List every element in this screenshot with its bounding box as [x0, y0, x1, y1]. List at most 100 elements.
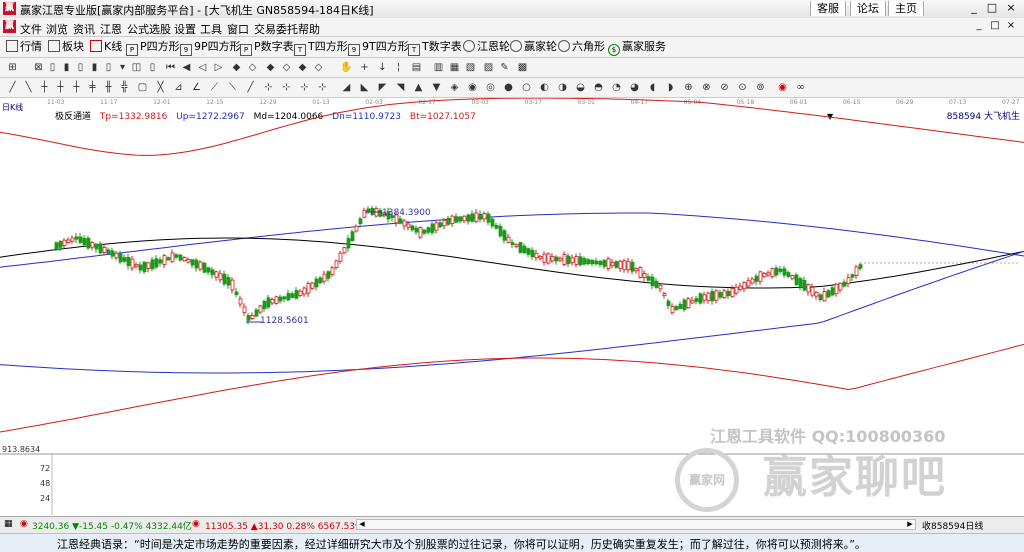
tool-7-icon[interactable]: ▯ [102, 61, 115, 74]
shanghai-index[interactable]: 3240.36 ▼-15.45 -0.47% 4332.44亿 [32, 519, 192, 532]
line-tool-8-icon[interactable]: ╬ [118, 81, 131, 94]
menu-tools[interactable]: 工具 [200, 21, 222, 37]
t-number-table-button[interactable]: T T数字表 [408, 40, 462, 56]
line-tool-40-icon[interactable]: ⊗ [700, 81, 713, 94]
homepage-button[interactable]: 主页 [888, 1, 924, 16]
customer-service-button[interactable]: 客服 [810, 1, 846, 16]
line-tool-4-icon[interactable]: ┼ [54, 81, 67, 94]
tool-26-icon[interactable]: ▥ [432, 61, 445, 74]
tool-27-icon[interactable]: ▦ [448, 61, 461, 74]
infinity-icon[interactable]: ∞ [794, 81, 807, 94]
line-tool-22-icon[interactable]: ◤ [376, 81, 389, 94]
line-tool-6-icon[interactable]: ╪ [86, 81, 99, 94]
tool-5-icon[interactable]: ▯ [74, 61, 87, 74]
9t-square-button[interactable]: 9 9T四方形 [348, 40, 409, 56]
menu-gann[interactable]: 江恩 [100, 21, 122, 37]
tool-17-icon[interactable]: ◆ [264, 61, 277, 74]
p-square-button[interactable]: P P四方形 [126, 40, 180, 56]
tool-4-icon[interactable]: ▮ [60, 61, 73, 74]
line-tool-14-icon[interactable]: ⟍ [226, 81, 239, 94]
menu-info[interactable]: 资讯 [73, 21, 95, 37]
line-tool-15-icon[interactable]: ╱ [244, 81, 257, 94]
line-tool-17-icon[interactable]: ⊹ [280, 81, 293, 94]
line-tool-12-icon[interactable]: ∠ [190, 81, 203, 94]
hand-tool-icon[interactable]: ✋ [340, 61, 353, 74]
line-tool-20-icon[interactable]: ◢ [340, 81, 353, 94]
menu-browse[interactable]: 浏览 [46, 21, 68, 37]
prev-page-icon[interactable]: ◀ [180, 61, 193, 74]
line-tool-19-icon[interactable]: ⊹ [316, 81, 329, 94]
line-tool-3-icon[interactable]: ┼ [38, 81, 51, 94]
minimize-button[interactable]: _ [966, 1, 982, 16]
mdi-minimize-button[interactable]: _ [972, 20, 986, 33]
tool-20-icon[interactable]: ◇ [312, 61, 325, 74]
tool-31-icon[interactable]: ▩ [516, 61, 529, 74]
line-tool-27-icon[interactable]: ◉ [466, 81, 479, 94]
sector-button[interactable]: 板块 [48, 40, 84, 54]
line-tool-5-icon[interactable]: ┼ [70, 81, 83, 94]
horizontal-scrollbar[interactable]: ◀ ▶ [356, 519, 916, 530]
tool-3-icon[interactable]: ▯ [46, 61, 59, 74]
line-tool-42-icon[interactable]: ⊙ [736, 81, 749, 94]
tool-30-icon[interactable]: ✎ [498, 61, 511, 74]
line-tool-35-icon[interactable]: ◔ [610, 81, 623, 94]
tool-10-icon[interactable]: ▯ [146, 61, 159, 74]
table-icon[interactable]: ▦ [4, 519, 13, 529]
line-tool-32-icon[interactable]: ◑ [556, 81, 569, 94]
line-tool-2-icon[interactable]: ╲ [22, 81, 35, 94]
line-tool-26-icon[interactable]: ◈ [448, 81, 461, 94]
arrow-tool-icon[interactable]: ↓ [376, 61, 389, 74]
kline-button[interactable]: K线 [90, 40, 122, 54]
quote-button[interactable]: 行情 [6, 40, 42, 54]
line-tool-38-icon[interactable]: ◗ [664, 81, 677, 94]
tool-24-icon[interactable]: ¦ [392, 61, 405, 74]
line-tool-39-icon[interactable]: ⊕ [682, 81, 695, 94]
line-tool-29-icon[interactable]: ● [502, 81, 515, 94]
line-tool-25-icon[interactable]: ▼ [430, 81, 443, 94]
gann-wheel-button[interactable]: 江恩轮 [463, 40, 510, 54]
line-tool-18-icon[interactable]: ⊹ [298, 81, 311, 94]
maximize-button[interactable]: □ [984, 1, 1000, 16]
line-tool-37-icon[interactable]: ◖ [646, 81, 659, 94]
line-tool-13-icon[interactable]: ⟋ [208, 81, 221, 94]
line-tool-16-icon[interactable]: ⊹ [262, 81, 275, 94]
line-tool-36-icon[interactable]: ◕ [628, 81, 641, 94]
line-tool-23-icon[interactable]: ◥ [394, 81, 407, 94]
menu-file[interactable]: 文件 [20, 21, 42, 37]
p-number-table-button[interactable]: P P数字表 [240, 40, 294, 56]
tool-29-icon[interactable]: ▨ [482, 61, 495, 74]
scroll-left-icon[interactable]: ◀ [357, 520, 367, 529]
line-tool-24-icon[interactable]: ▲ [412, 81, 425, 94]
9p-square-button[interactable]: 9 9P四方形 [180, 40, 241, 56]
indicator-tool-icon[interactable]: ⊞ [6, 61, 19, 74]
tool-18-icon[interactable]: ◇ [280, 61, 293, 74]
line-tool-icon[interactable]: ╱ [6, 81, 19, 94]
zoom-out-icon[interactable]: ◇ [246, 61, 259, 74]
close-button[interactable]: × [1003, 1, 1019, 16]
winner-wheel-button[interactable]: 赢家轮 [510, 40, 557, 54]
line-tool-28-icon[interactable]: ◎ [484, 81, 497, 94]
menu-stock-picker[interactable]: 公式选股 [127, 21, 171, 37]
line-tool-41-icon[interactable]: ⊘ [718, 81, 731, 94]
tool-8-icon[interactable]: ▾ [116, 61, 129, 74]
line-tool-34-icon[interactable]: ◓ [592, 81, 605, 94]
line-tool-7-icon[interactable]: ╫ [102, 81, 115, 94]
mdi-close-button[interactable]: × [1004, 20, 1018, 33]
line-tool-11-icon[interactable]: ⊿ [172, 81, 185, 94]
line-tool-9-icon[interactable]: ▢ [136, 81, 149, 94]
tool-9-icon[interactable]: ◫ [130, 61, 143, 74]
t-square-button[interactable]: T T四方形 [294, 40, 348, 56]
kline-chart[interactable]: 11-03 11-17 12-01 12-15 12-29 01-13 02-03 02-17… [0, 98, 1024, 515]
tool-6-icon[interactable]: ▮ [88, 61, 101, 74]
color-tool-icon[interactable]: ◉ [776, 81, 789, 94]
hexagon-button[interactable]: 六角形 [558, 40, 605, 54]
tool-19-icon[interactable]: ◆ [296, 61, 309, 74]
line-tool-21-icon[interactable]: ◣ [358, 81, 371, 94]
line-tool-31-icon[interactable]: ◐ [538, 81, 551, 94]
menu-trade[interactable]: 交易委托 [254, 21, 298, 37]
tool-25-icon[interactable]: ▤ [410, 61, 423, 74]
scroll-right-icon[interactable]: ▶ [905, 520, 915, 529]
forum-button[interactable]: 论坛 [850, 1, 886, 16]
mdi-restore-button[interactable]: □ [988, 20, 1002, 33]
prev-bar-icon[interactable]: ◁ [196, 61, 209, 74]
